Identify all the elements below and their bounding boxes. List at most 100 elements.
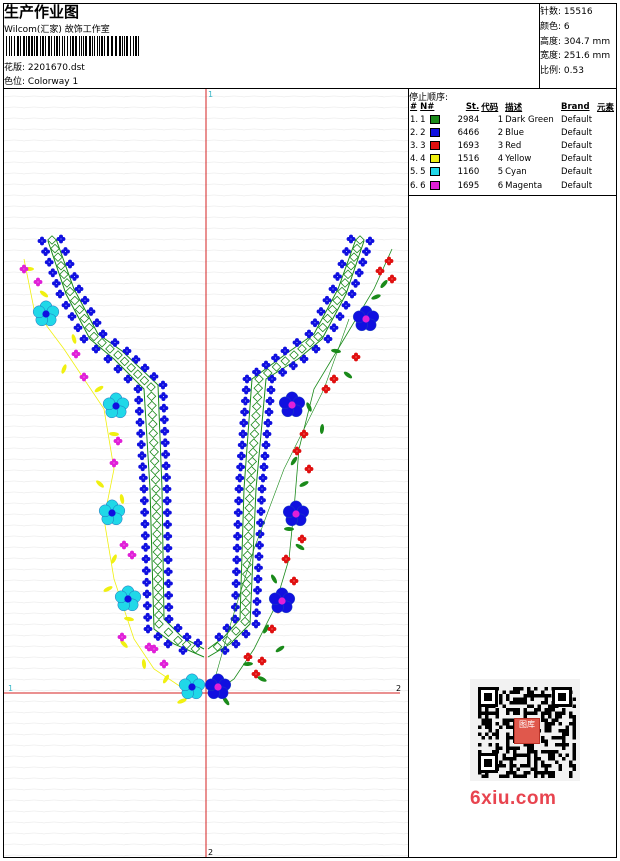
barcode-bar (104, 36, 105, 56)
diamond-stitch (152, 529, 162, 539)
flower-petal (136, 395, 141, 400)
qr-module (555, 711, 559, 715)
flower-petal (237, 484, 241, 489)
stop-needle: 6 (419, 179, 440, 192)
qr-module (499, 774, 503, 778)
qr-module (569, 722, 573, 726)
qr-module (527, 687, 531, 691)
flower-petal (144, 554, 148, 559)
qr-module (541, 715, 545, 719)
flower-petal (47, 257, 52, 262)
stop-stitches: 1160 (457, 167, 480, 178)
spec-list: 针数: 15516 颜色: 6 高度: 304.7 mm 宽度: 251.6 m… (540, 5, 610, 79)
qr-module (544, 697, 548, 701)
qr-module (548, 725, 552, 729)
barcode-bar (89, 36, 91, 56)
magenta-flower (109, 458, 119, 468)
flower-petal (116, 364, 120, 369)
flower-petal (237, 473, 242, 478)
flower-petal (143, 519, 147, 524)
flower-petal (64, 300, 68, 305)
flower-petal (77, 284, 81, 289)
blue-dot-flower (271, 353, 280, 363)
blue-dot-flower (140, 519, 150, 529)
stop-code: 4 (497, 154, 504, 165)
flower-petal (257, 540, 262, 545)
flower-petal (260, 656, 264, 661)
qr-module (506, 771, 510, 775)
flower-petal (349, 234, 353, 239)
axis-label-left: 1 (8, 684, 14, 693)
blue-dot-flower (254, 563, 263, 573)
red-bud (289, 576, 299, 586)
blue-dot-flower (342, 247, 351, 256)
diamond-stitch (139, 375, 150, 386)
diamond-stitch (74, 304, 85, 315)
qr-module (509, 736, 513, 740)
flower-petal (122, 540, 126, 545)
qr-module (551, 771, 555, 775)
barcode-bar (64, 36, 65, 56)
qr-module (534, 753, 538, 757)
spec-height: 高度: 304.7 mm (540, 36, 611, 47)
stops-divider (409, 195, 616, 196)
flower-petal (68, 259, 72, 264)
stop-desc: Dark Green (505, 114, 554, 125)
cyan-flower (114, 585, 142, 612)
barcode-bar (62, 36, 63, 56)
diamond-stitch (240, 607, 251, 617)
qr-module (509, 764, 513, 768)
qr-module (558, 767, 562, 771)
diamond-stitch (69, 295, 80, 306)
blue-dot-flower (159, 403, 169, 413)
green-leaf (306, 402, 312, 412)
flower-petal (246, 652, 250, 657)
flower-petal (140, 451, 144, 456)
flower-petal (350, 289, 354, 294)
qr-module (551, 774, 555, 778)
qr-module (513, 753, 517, 757)
qr-finder-core (484, 693, 492, 701)
blue-dot-flower (56, 234, 66, 244)
col-element: 元素 (596, 102, 614, 113)
stem-line (211, 318, 350, 690)
flower-petal (233, 590, 238, 595)
qr-module (572, 715, 576, 719)
barcode-bar (70, 36, 71, 56)
colorway-label: 色位: (4, 77, 26, 87)
flower-petal (152, 372, 156, 377)
qr-module (502, 774, 506, 778)
qr-module (544, 722, 548, 726)
qr-module (541, 760, 545, 764)
qr-module (523, 711, 527, 715)
barcode-bar (99, 36, 100, 56)
diamond-stitch (253, 383, 264, 393)
qr-module (534, 760, 538, 764)
col-brand: Brand (561, 101, 590, 112)
axis-label-top: 1 (208, 90, 214, 99)
diamond-stitch (243, 540, 253, 551)
stop-needle: 4 (419, 153, 440, 166)
diamond-stitch (251, 410, 261, 421)
qr-module (509, 690, 513, 694)
stop-row: 4. 4 1516 4 Yellow Default (409, 153, 615, 166)
blue-dot-flower (233, 520, 243, 529)
blue-dot-flower (159, 415, 169, 425)
blue-dot-flower (214, 632, 224, 642)
flower-petal (185, 632, 189, 637)
qr-module (516, 690, 520, 694)
blue-dot-flower (122, 346, 132, 356)
qr-module (513, 764, 517, 768)
flower-center (124, 595, 132, 603)
qr-module (495, 708, 499, 712)
blue-dot-flower (139, 484, 149, 494)
qr-module (502, 722, 506, 726)
barcode-bar (14, 36, 15, 56)
flower-petal (83, 295, 87, 300)
qr-module (488, 743, 492, 747)
stop-brand: Default (561, 167, 593, 178)
magenta-flower (119, 540, 129, 550)
qr-module (548, 711, 552, 715)
flower-petal (319, 307, 323, 312)
qr-module (527, 694, 531, 698)
